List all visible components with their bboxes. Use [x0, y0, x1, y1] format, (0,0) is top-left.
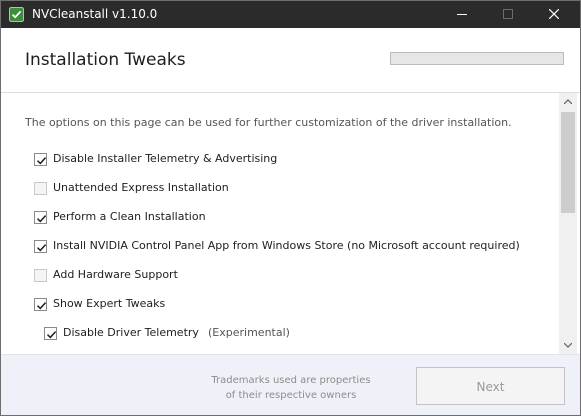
footer-bar: Trademarks used are properties of their … [1, 354, 580, 415]
checkbox[interactable] [34, 240, 47, 253]
checkbox[interactable] [34, 298, 47, 311]
scroll-up-icon [564, 99, 572, 104]
nvcleanstall-app-icon [9, 7, 24, 22]
maximize-button[interactable] [486, 1, 530, 28]
option-label: Disable Installer Telemetry & Advertisin… [53, 152, 278, 165]
option-label: Unattended Express Installation [53, 181, 229, 194]
checkbox[interactable] [34, 153, 47, 166]
trademark-line-2: of their respective owners [225, 390, 357, 401]
checkmark-icon [36, 244, 47, 252]
checkmark-icon [36, 157, 47, 165]
trademark-line-1: Trademarks used are properties [211, 375, 371, 386]
checkbox[interactable] [44, 327, 57, 340]
checkbox[interactable] [34, 211, 47, 224]
option-label: Disable Driver Telemetry [63, 326, 199, 339]
page-title: Installation Tweaks [25, 50, 186, 70]
checkbox[interactable] [34, 182, 47, 195]
option-label: Perform a Clean Installation [53, 210, 206, 223]
close-icon [549, 9, 559, 19]
option-label: Add Hardware Support [53, 268, 178, 281]
page-header: Installation Tweaks [1, 28, 580, 92]
checkmark-icon [36, 302, 47, 310]
next-button[interactable]: Next [416, 367, 565, 405]
checkmark-icon [36, 215, 47, 223]
progress-bar [390, 52, 564, 65]
option-label: Show Expert Tweaks [53, 297, 166, 310]
scroll-down-icon [564, 343, 572, 348]
trademark-notice: Trademarks used are properties of their … [196, 373, 386, 403]
options-panel: The options on this page can be used for… [1, 93, 559, 354]
title-bar[interactable]: NVCleanstall v1.10.0 [1, 1, 580, 28]
vertical-scrollbar[interactable] [559, 93, 577, 354]
scroll-up-button[interactable] [559, 93, 577, 110]
close-button[interactable] [532, 1, 576, 28]
scroll-thumb[interactable] [561, 112, 575, 213]
experimental-note: (Experimental) [208, 326, 290, 339]
minimize-button[interactable] [440, 1, 484, 28]
checkmark-icon [46, 331, 57, 339]
checkbox[interactable] [34, 269, 47, 282]
minimize-icon [457, 14, 467, 15]
option-label: Install NVIDIA Control Panel App from Wi… [53, 239, 520, 252]
scroll-down-button[interactable] [559, 337, 577, 354]
app-window: NVCleanstall v1.10.0 Installation Tweaks… [0, 0, 581, 416]
window-title: NVCleanstall v1.10.0 [32, 7, 158, 21]
page-description: The options on this page can be used for… [25, 116, 512, 129]
maximize-icon [503, 9, 513, 19]
